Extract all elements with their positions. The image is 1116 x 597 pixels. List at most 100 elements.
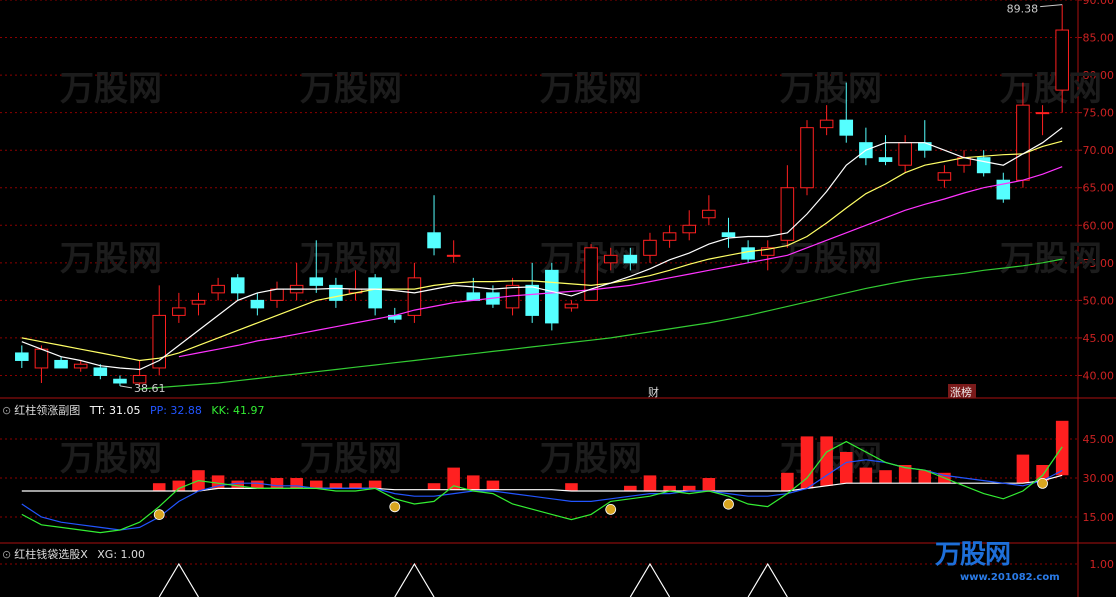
watermark-text: 万股网 <box>1000 239 1102 279</box>
candle-up <box>800 127 814 189</box>
y-tick-label: 85.00 <box>1083 32 1115 45</box>
y-tick-label: 90.00 <box>1083 0 1115 7</box>
candle-down <box>525 284 539 316</box>
candle-up <box>682 224 697 234</box>
red-bar <box>329 483 343 489</box>
collapse-icon[interactable]: ⊙ <box>2 404 11 417</box>
low-label: 38.61 <box>134 382 166 395</box>
candle-up <box>73 363 88 369</box>
candle-up <box>446 254 461 257</box>
xg-signal <box>158 562 199 597</box>
red-bar <box>270 478 284 489</box>
candle-down <box>623 254 638 264</box>
y-tick-label: 30.00 <box>1083 472 1115 485</box>
candle-down <box>113 378 127 384</box>
sub1-title: 红柱领涨副图 <box>14 404 81 417</box>
candle-down <box>230 277 245 294</box>
candle-up <box>937 172 952 181</box>
red-bar <box>800 436 814 489</box>
tt-label: TT: 31.05 <box>89 404 141 417</box>
kline-chart[interactable]: 90.0085.0080.0075.0070.0065.0060.0055.00… <box>0 0 1116 597</box>
red-bar <box>781 472 794 491</box>
candle-up <box>34 348 49 369</box>
money-bag-icon <box>723 498 734 510</box>
candle-up <box>1055 29 1069 91</box>
candle-up <box>1035 112 1050 115</box>
candle-up <box>819 119 834 129</box>
candle-down <box>721 232 736 238</box>
y-tick-label: 15.00 <box>1083 511 1115 524</box>
high-label: 89.38 <box>1007 3 1039 16</box>
candle-up <box>191 299 206 305</box>
money-bag-icon <box>605 503 617 515</box>
candle-up <box>1016 104 1030 181</box>
money-bag-icon <box>1037 477 1048 489</box>
red-bar <box>231 480 245 489</box>
candle-down <box>54 359 68 369</box>
y-tick-label: 70.00 <box>1083 144 1115 157</box>
watermark-text: 万股网 <box>540 69 642 109</box>
red-bar <box>1055 420 1069 476</box>
y-tick-label: 65.00 <box>1083 182 1115 195</box>
candle-down <box>309 277 324 286</box>
red-bar <box>565 483 578 491</box>
xg-signal <box>747 562 788 597</box>
candle-down <box>368 277 382 309</box>
money-bag-icon <box>153 509 165 520</box>
candle-down <box>878 157 893 162</box>
watermark-text: 万股网 <box>300 69 402 109</box>
y-tick-label: 50.00 <box>1083 294 1115 307</box>
sub2-header: ⊙ 红柱钱袋选股X XG: 1.00 <box>2 546 145 562</box>
red-bar <box>349 483 362 489</box>
red-bar <box>427 483 441 490</box>
low-pointer <box>119 385 133 389</box>
money-bag-icon <box>389 501 401 513</box>
candle-up <box>898 142 912 166</box>
watermark-text: 万股网 <box>1000 69 1102 109</box>
red-bar <box>663 485 676 491</box>
y-tick-label: 45.00 <box>1083 433 1115 446</box>
candles <box>15 4 1069 386</box>
y-tick-label: 60.00 <box>1083 219 1115 232</box>
red-bar <box>682 485 696 491</box>
red-bar <box>643 475 657 491</box>
moving-averages: 89.38 38.61 财 涨榜 <box>21 3 1063 399</box>
watermark-text: 万股网 <box>60 69 162 109</box>
y-tick-label: 45.00 <box>1083 332 1115 345</box>
candle-down <box>545 269 559 324</box>
red-bar <box>368 480 382 489</box>
xg-signal <box>629 562 671 597</box>
candle-down <box>466 292 481 301</box>
xg-signal <box>394 562 435 597</box>
collapse-icon[interactable]: ⊙ <box>2 548 11 561</box>
candle-up <box>662 232 677 241</box>
y-axis: 90.0085.0080.0075.0070.0065.0060.0055.00… <box>1078 0 1114 382</box>
candle-down <box>741 247 755 260</box>
red-bar <box>859 467 873 484</box>
watermark-text: 万股网 <box>780 239 882 279</box>
high-pointer <box>1040 4 1063 8</box>
brand-url: www.201082.com <box>960 572 1060 583</box>
marker-zhangbang: 涨榜 <box>950 385 972 399</box>
candle-up <box>584 247 598 301</box>
watermark-text: 万股网 <box>540 439 642 479</box>
marker-cai: 财 <box>648 385 659 399</box>
red-bar <box>467 475 480 490</box>
red-bar <box>486 480 500 490</box>
candle-up <box>603 254 618 264</box>
candle-down <box>839 119 854 136</box>
candle-down <box>250 299 265 309</box>
y-tick-label: 1.00 <box>1090 558 1115 571</box>
candle-up <box>702 209 716 219</box>
xg-label: XG: 1.00 <box>97 548 146 561</box>
pp-label: PP: 32.88 <box>149 404 202 417</box>
watermark-text: 万股网 <box>60 239 162 279</box>
red-bar <box>702 478 716 491</box>
candle-up <box>564 303 579 309</box>
sub1-header: ⊙ 红柱领涨副图 TT: 31.05 PP: 32.88 KK: 41.97 <box>2 402 265 418</box>
candle-down <box>427 232 441 249</box>
red-bar <box>152 483 166 491</box>
sub2-title: 红柱钱袋选股X <box>14 548 88 561</box>
brand-logo: 万股网 <box>935 540 1011 570</box>
red-bar <box>624 485 637 491</box>
